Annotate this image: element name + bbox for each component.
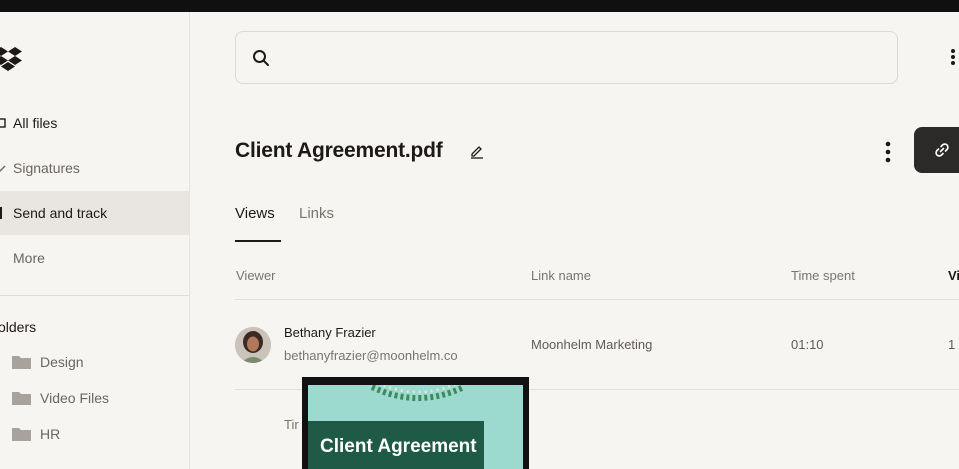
folder-icon [12, 428, 31, 441]
sidebar-item-all-files[interactable]: All files [0, 101, 189, 145]
top-bar [0, 0, 959, 12]
search-bar[interactable] [235, 31, 898, 84]
folder-icon [0, 118, 6, 128]
sidebar-item-more[interactable]: More [0, 236, 189, 280]
sidebar: All files Signatures Send and track More… [0, 12, 190, 469]
search-icon [253, 50, 269, 66]
column-header-time-spent[interactable]: Time spent [791, 268, 855, 283]
folder-item-hr[interactable]: HR [12, 423, 60, 445]
dropbox-logo-icon[interactable] [0, 44, 22, 72]
folder-icon [12, 392, 31, 405]
pen-icon [0, 165, 6, 172]
link-icon [935, 143, 949, 157]
send-icon [0, 207, 2, 219]
views-cell: 1 [948, 337, 956, 352]
folder-item-video-files[interactable]: Video Files [12, 387, 109, 409]
row-divider [235, 299, 959, 300]
tab-links[interactable]: Links [299, 205, 334, 242]
folder-label: Video Files [40, 390, 110, 406]
column-header-link-name[interactable]: Link name [531, 268, 591, 283]
sidebar-item-label: Send and track [13, 205, 108, 221]
viewer-name: Bethany Frazier [284, 325, 376, 340]
folder-icon [12, 356, 31, 369]
thumbnail-card: Client Agreement [308, 421, 484, 469]
column-header-views[interactable]: Vi [948, 268, 959, 283]
sidebar-item-signatures[interactable]: Signatures [0, 146, 189, 190]
folder-label: HR [40, 426, 61, 442]
folder-label: Design [40, 354, 84, 370]
edit-icon[interactable] [469, 143, 485, 159]
column-header-viewer[interactable]: Viewer [236, 268, 276, 283]
copy-link-button[interactable] [914, 127, 959, 173]
avatar [235, 327, 271, 363]
search-input[interactable] [284, 42, 884, 74]
document-options-icon[interactable] [884, 141, 892, 163]
sidebar-item-label: Signatures [13, 160, 80, 176]
more-options-icon[interactable] [950, 48, 956, 66]
link-name-cell: Moonhelm Marketing [531, 337, 653, 352]
thumbnail-preview: Client Agreement [308, 385, 523, 469]
folders-heading: olders [0, 319, 37, 335]
decorative-pattern-icon [370, 385, 466, 401]
thumbnail-title: Client Agreement [320, 436, 477, 457]
sidebar-divider [0, 295, 189, 296]
tab-views[interactable]: Views [235, 205, 281, 242]
viewer-email: bethanyfrazier@moonhelm.co [284, 348, 458, 363]
time-spent-cell: 01:10 [791, 337, 824, 352]
sidebar-item-send-and-track[interactable]: Send and track [0, 191, 189, 235]
partial-row-text: Tir [284, 417, 299, 432]
sidebar-item-label: All files [13, 115, 58, 131]
sidebar-item-label: More [13, 250, 45, 266]
document-thumbnail[interactable]: Client Agreement [302, 377, 529, 469]
document-title: Client Agreement.pdf [235, 139, 443, 162]
folder-item-design[interactable]: Design [12, 351, 84, 373]
